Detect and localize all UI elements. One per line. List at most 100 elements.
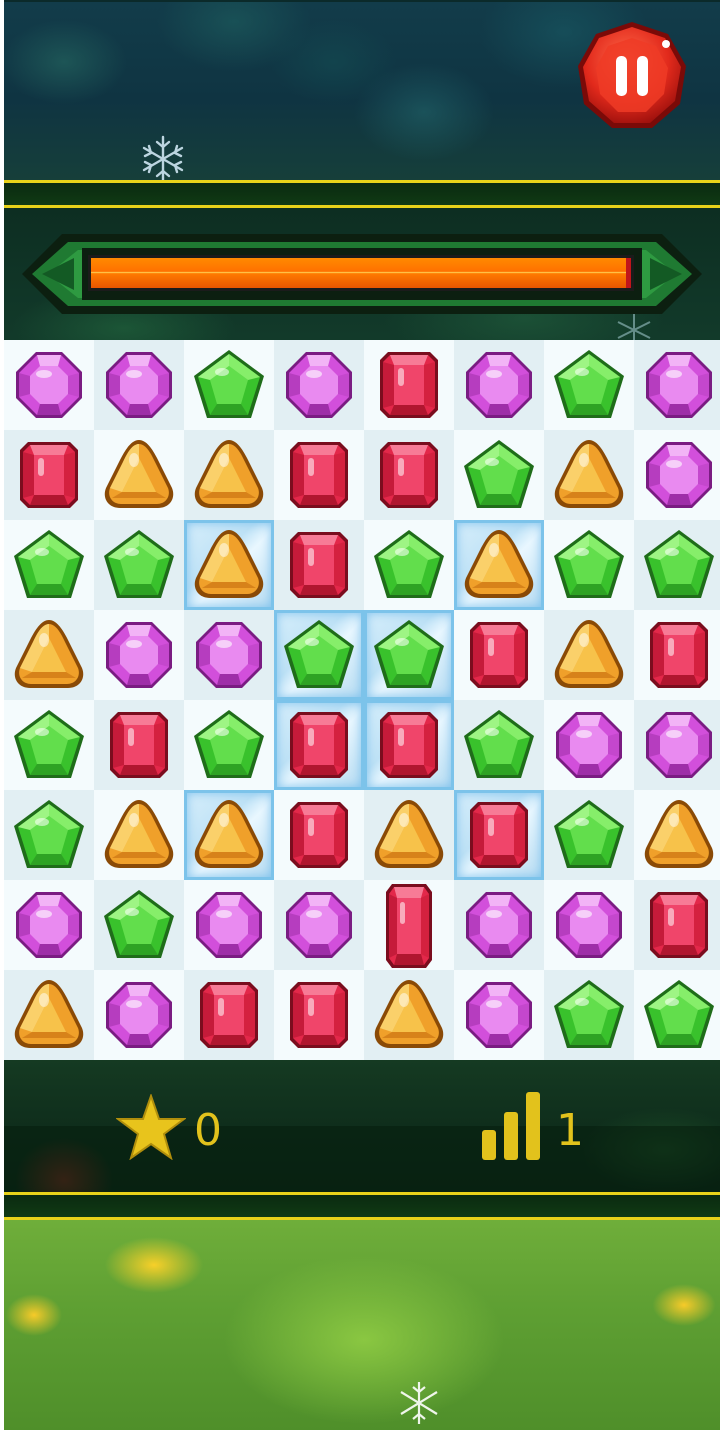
board-cell[interactable] [184,880,274,970]
board-cell[interactable] [544,430,634,520]
board-cell[interactable] [364,790,454,880]
board-cell[interactable] [4,430,94,520]
gem-green [14,710,84,778]
board-cell[interactable] [454,610,544,700]
board-cell[interactable] [454,970,544,1060]
board-cell[interactable] [4,880,94,970]
screen-bottom-edge [0,1430,720,1441]
gem-red [290,712,348,778]
board-cell[interactable] [634,700,720,790]
board-cell-iced[interactable] [274,700,364,790]
board-cell-iced[interactable] [364,610,454,700]
board-cell[interactable] [184,430,274,520]
board-cell[interactable] [634,340,720,430]
gem-green [194,710,264,778]
board-cell[interactable] [4,520,94,610]
board-cell[interactable] [94,430,184,520]
board-cell[interactable] [184,340,274,430]
board-cell[interactable] [634,790,720,880]
board-cell[interactable] [544,880,634,970]
board-cell[interactable] [274,340,364,430]
board-cell[interactable] [4,610,94,700]
board-cell-iced[interactable] [364,700,454,790]
board-cell[interactable] [274,430,364,520]
gem-red [386,884,432,968]
board-cell[interactable] [94,340,184,430]
top-divider-bar [4,180,720,208]
board-cell[interactable] [94,610,184,700]
board-cell[interactable] [94,700,184,790]
gem-green [554,800,624,868]
board-cell[interactable] [184,970,274,1060]
board-cell[interactable] [454,880,544,970]
board-cell[interactable] [454,430,544,520]
snowflake-icon [400,1382,438,1424]
gem-green [14,800,84,868]
board-cell[interactable] [94,520,184,610]
game-screen: 0 1 [0,0,720,1441]
gem-green [554,530,624,598]
board-cell[interactable] [184,610,274,700]
board-cell[interactable] [274,790,364,880]
gem-purple [196,892,262,958]
gem-orange [464,530,534,598]
gem-green [374,620,444,688]
board-cell[interactable] [544,610,634,700]
gem-red [20,442,78,508]
gem-purple [466,352,532,418]
board-cell[interactable] [364,520,454,610]
board-cell[interactable] [274,970,364,1060]
gem-purple [196,622,262,688]
board-cell[interactable] [544,700,634,790]
gem-orange [104,800,174,868]
board-cell[interactable] [184,700,274,790]
board-cell-iced[interactable] [454,520,544,610]
gem-orange [14,980,84,1048]
board-cell[interactable] [364,880,454,970]
board-cell[interactable] [274,520,364,610]
gem-green [644,530,714,598]
board-cell[interactable] [94,970,184,1060]
game-board[interactable] [4,340,720,1060]
board-cell[interactable] [454,340,544,430]
board-cell[interactable] [94,790,184,880]
gem-green [194,350,264,418]
gem-purple [466,982,532,1048]
board-cell[interactable] [4,970,94,1060]
star-icon [116,1094,186,1160]
board-cell[interactable] [634,520,720,610]
board-cell[interactable] [364,970,454,1060]
board-cell[interactable] [274,880,364,970]
board-cell[interactable] [634,970,720,1060]
meadow-background [4,1220,720,1430]
board-cell[interactable] [364,430,454,520]
board-cell[interactable] [634,880,720,970]
gem-purple [556,892,622,958]
board-cell-iced[interactable] [274,610,364,700]
board-cell[interactable] [4,700,94,790]
board-cell[interactable] [4,790,94,880]
pause-button[interactable] [576,20,688,132]
board-cell[interactable] [4,340,94,430]
score-value: 0 [194,1105,222,1156]
board-cell[interactable] [634,430,720,520]
board-cell[interactable] [544,970,634,1060]
board-cell[interactable] [544,340,634,430]
gem-purple [556,712,622,778]
board-cell[interactable] [94,880,184,970]
board-cell[interactable] [364,340,454,430]
board-cell-iced[interactable] [184,520,274,610]
board-cell[interactable] [454,700,544,790]
board-cell[interactable] [544,790,634,880]
gem-purple [466,892,532,958]
gem-purple [16,892,82,958]
board-cell[interactable] [544,520,634,610]
level-value: 1 [556,1105,584,1156]
gem-green [104,890,174,958]
gem-purple [646,442,712,508]
board-cell[interactable] [634,610,720,700]
gem-orange [194,800,264,868]
gem-purple [106,982,172,1048]
board-cell-iced[interactable] [454,790,544,880]
board-cell-iced[interactable] [184,790,274,880]
